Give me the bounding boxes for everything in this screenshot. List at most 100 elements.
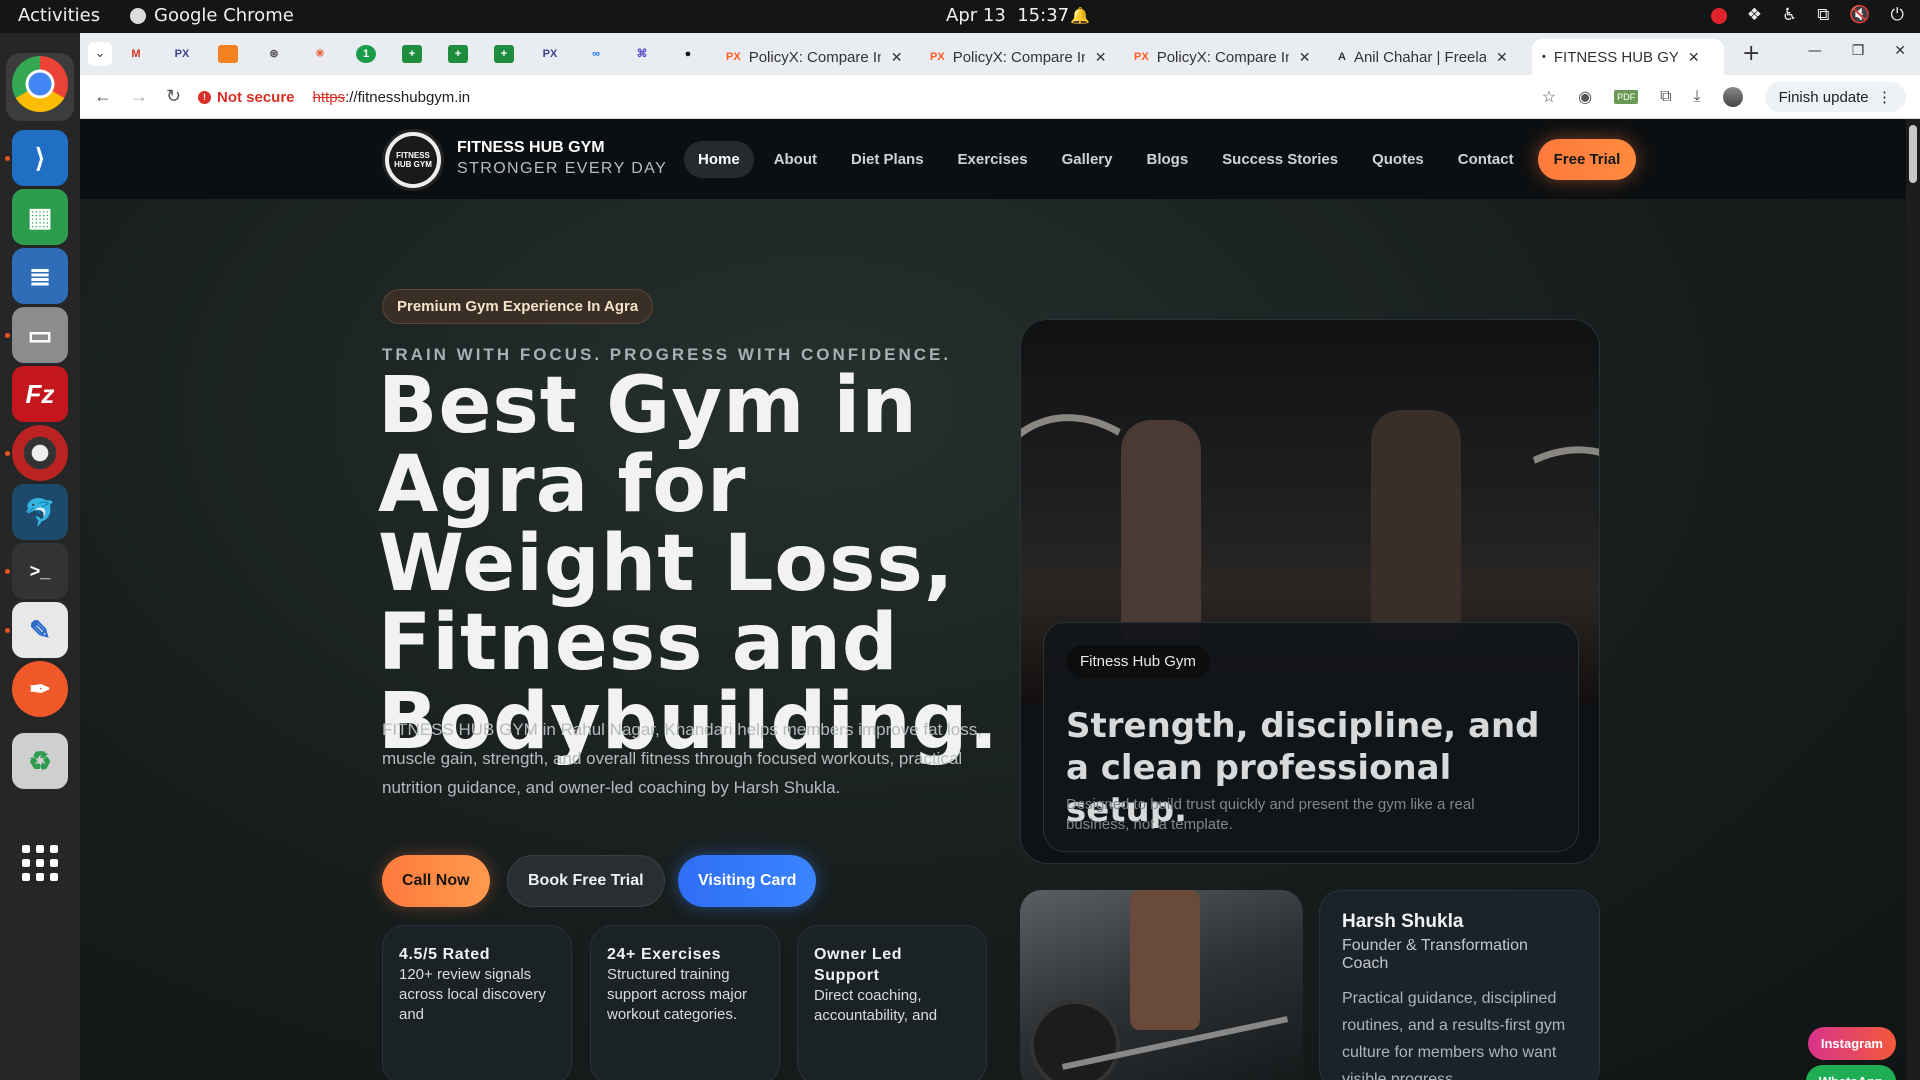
download-icon[interactable]: ⤓ — [1694, 88, 1701, 106]
pinned-tab-openai[interactable]: ⊛ — [264, 45, 284, 63]
pinned-tab-asterisk-app[interactable]: ✳ — [310, 45, 330, 63]
text-editor-icon[interactable]: ✎ — [12, 602, 68, 658]
nav-home[interactable]: Home — [684, 141, 754, 178]
nav-quotes[interactable]: Quotes — [1358, 141, 1438, 178]
gym-logo[interactable]: FITNESS HUB GYM — [382, 129, 444, 191]
pinned-tab-sheets-3[interactable]: + — [494, 45, 514, 63]
dropbox-icon[interactable]: ❖ — [1747, 5, 1762, 25]
free-trial-button[interactable]: Free Trial — [1537, 139, 1637, 180]
extensions-puzzle-icon[interactable]: ⧉ — [1660, 88, 1671, 106]
pen-tool-icon[interactable]: ✒ — [12, 661, 68, 717]
filezilla-icon[interactable]: Fz — [12, 366, 68, 422]
hero-overlay-panel: Fitness Hub Gym Strength, discipline, an… — [1043, 622, 1579, 852]
bookmark-star-icon[interactable]: ☆ — [1542, 87, 1556, 107]
recording-indicator-icon[interactable] — [1710, 8, 1727, 24]
clock[interactable]: Apr 13 15:37 — [946, 5, 1069, 26]
files-icon[interactable]: ▭ — [12, 307, 68, 363]
back-arrow-icon[interactable]: ← — [94, 86, 112, 107]
deadlift-photo — [1020, 890, 1303, 1080]
close-tab-icon[interactable]: ✕ — [1299, 49, 1311, 66]
pdf-extension-icon[interactable]: PDF — [1614, 90, 1639, 104]
tab-title: Anil Chahar | Freela — [1353, 48, 1486, 66]
whatsapp-button[interactable]: WhatsApp — [1805, 1065, 1896, 1080]
address-bar[interactable]: ! Not secure https://fitnesshubgym.in — [198, 81, 1630, 113]
pinned-tab-policyx-2[interactable]: PX — [540, 45, 560, 63]
url-text[interactable]: https://fitnesshubgym.in — [313, 89, 471, 106]
vscode-icon[interactable]: ⟩ — [12, 130, 68, 186]
nav-contact[interactable]: Contact — [1444, 141, 1528, 178]
book-free-trial-button[interactable]: Book Free Trial — [507, 855, 665, 907]
close-window-icon[interactable]: ✕ — [1894, 43, 1906, 59]
profile-avatar[interactable] — [1722, 87, 1743, 107]
not-secure-label[interactable]: Not secure — [217, 89, 295, 106]
hero-description: FITNESS HUB GYM in Rahul Nagar, Khandari… — [382, 720, 982, 797]
gym-favicon-icon: • — [1542, 51, 1546, 63]
forward-arrow-icon[interactable]: → — [130, 86, 148, 107]
app-menu[interactable]: Google Chrome — [130, 5, 294, 26]
new-tab-button[interactable]: + — [1742, 41, 1760, 66]
pinned-tab-orange-app[interactable] — [218, 45, 238, 63]
pinned-tab-green-app[interactable]: 1 — [356, 45, 376, 63]
activities-button[interactable]: Activities — [18, 5, 100, 26]
close-tab-icon[interactable]: ✕ — [1688, 49, 1700, 66]
visiting-card-button[interactable]: Visiting Card — [678, 855, 817, 907]
chrome-icon[interactable] — [12, 56, 68, 112]
pinned-tab-purple-app[interactable]: ⌘ — [632, 45, 652, 63]
maximize-icon[interactable]: ❐ — [1852, 43, 1865, 59]
nav-exercises[interactable]: Exercises — [944, 141, 1042, 178]
not-secure-warning-icon[interactable]: ! — [198, 90, 211, 104]
stat-desc: Structured training support across major… — [607, 966, 748, 1023]
notification-bell-icon[interactable]: 🔔 — [1070, 6, 1090, 25]
nav-blogs[interactable]: Blogs — [1133, 141, 1203, 178]
pinned-tab-sheets-2[interactable]: + — [448, 45, 468, 63]
pinned-tab-sheets-1[interactable]: + — [402, 45, 422, 63]
nav-about[interactable]: About — [760, 141, 831, 178]
main-menu: Home About Diet Plans Exercises Gallery … — [684, 139, 1637, 180]
nav-gallery[interactable]: Gallery — [1048, 141, 1127, 178]
pinned-tab-meta[interactable]: ∞ — [586, 45, 606, 63]
nav-diet-plans[interactable]: Diet Plans — [837, 141, 938, 178]
terminal-icon[interactable]: >_ — [12, 543, 68, 599]
tab-policyx-3[interactable]: PX PolicyX: Compare In ✕ — [1124, 39, 1320, 75]
stat-card-exercises: 24+ Exercises Structured training suppor… — [590, 925, 780, 1080]
toolbar-right-actions: ☆ ◉ PDF ⧉ ⤓ Finish update ⋮ — [1542, 82, 1906, 112]
instagram-button[interactable]: Instagram — [1807, 1027, 1896, 1060]
power-icon[interactable]: ⏻ — [1891, 5, 1904, 25]
spreadsheet-icon[interactable]: ▦ — [12, 189, 68, 245]
brand-title[interactable]: FITNESS HUB GYM — [457, 139, 605, 157]
close-tab-icon[interactable]: ✕ — [891, 49, 903, 66]
running-indicator — [5, 628, 10, 633]
disk-utility-icon[interactable] — [12, 425, 68, 481]
scrollbar-thumb[interactable] — [1909, 125, 1917, 183]
tab-strip: ⌄ M PX ⊛ ✳ 1 + + + PX ∞ ⌘ ● PX PolicyX: … — [80, 33, 1920, 75]
tab-policyx-2[interactable]: PX PolicyX: Compare In ✕ — [920, 39, 1116, 75]
tab-policyx-1[interactable]: PX PolicyX: Compare In ✕ — [716, 39, 912, 75]
app-grid-icon[interactable] — [12, 835, 68, 891]
accessibility-icon[interactable]: ♿ — [1782, 5, 1797, 25]
close-tab-icon[interactable]: ✕ — [1496, 49, 1508, 66]
coach-description: Practical guidance, disciplined routines… — [1342, 990, 1566, 1080]
trash-icon[interactable]: ♻ — [12, 733, 68, 789]
close-tab-icon[interactable]: ✕ — [1095, 49, 1107, 66]
tab-anil-chahar[interactable]: A Anil Chahar | Freela ✕ — [1328, 39, 1518, 75]
minimize-icon[interactable]: — — [1808, 43, 1822, 59]
nav-success-stories[interactable]: Success Stories — [1208, 141, 1352, 178]
network-icon[interactable]: ⧉ — [1817, 5, 1829, 25]
screenshot-camera-icon[interactable]: ◉ — [1578, 87, 1592, 107]
reload-icon[interactable]: ↻ — [166, 86, 181, 107]
finish-update-button[interactable]: Finish update ⋮ — [1764, 82, 1906, 112]
volume-muted-icon[interactable]: 🔇 — [1849, 5, 1870, 25]
call-now-button[interactable]: Call Now — [382, 855, 490, 907]
page-scrollbar[interactable] — [1906, 119, 1920, 1080]
mysql-workbench-icon[interactable]: 🐬 — [12, 484, 68, 540]
stat-title: 4.5/5 Rated — [399, 946, 491, 963]
web-page: FITNESS HUB GYM FITNESS HUB GYM STRONGER… — [80, 119, 1920, 1080]
pinned-tab-github[interactable]: ● — [678, 45, 698, 63]
system-tray[interactable]: ❖ ♿ ⧉ 🔇 ⏻ — [1710, 5, 1904, 25]
document-icon[interactable]: ≣ — [12, 248, 68, 304]
chrome-icon — [130, 7, 146, 24]
pinned-tab-gmail[interactable]: M — [126, 45, 146, 63]
tab-search-chevron-icon[interactable]: ⌄ — [88, 42, 112, 66]
tab-fitness-hub-gym[interactable]: • FITNESS HUB GYM | ✕ — [1532, 39, 1724, 75]
pinned-tab-policyx[interactable]: PX — [172, 45, 192, 63]
